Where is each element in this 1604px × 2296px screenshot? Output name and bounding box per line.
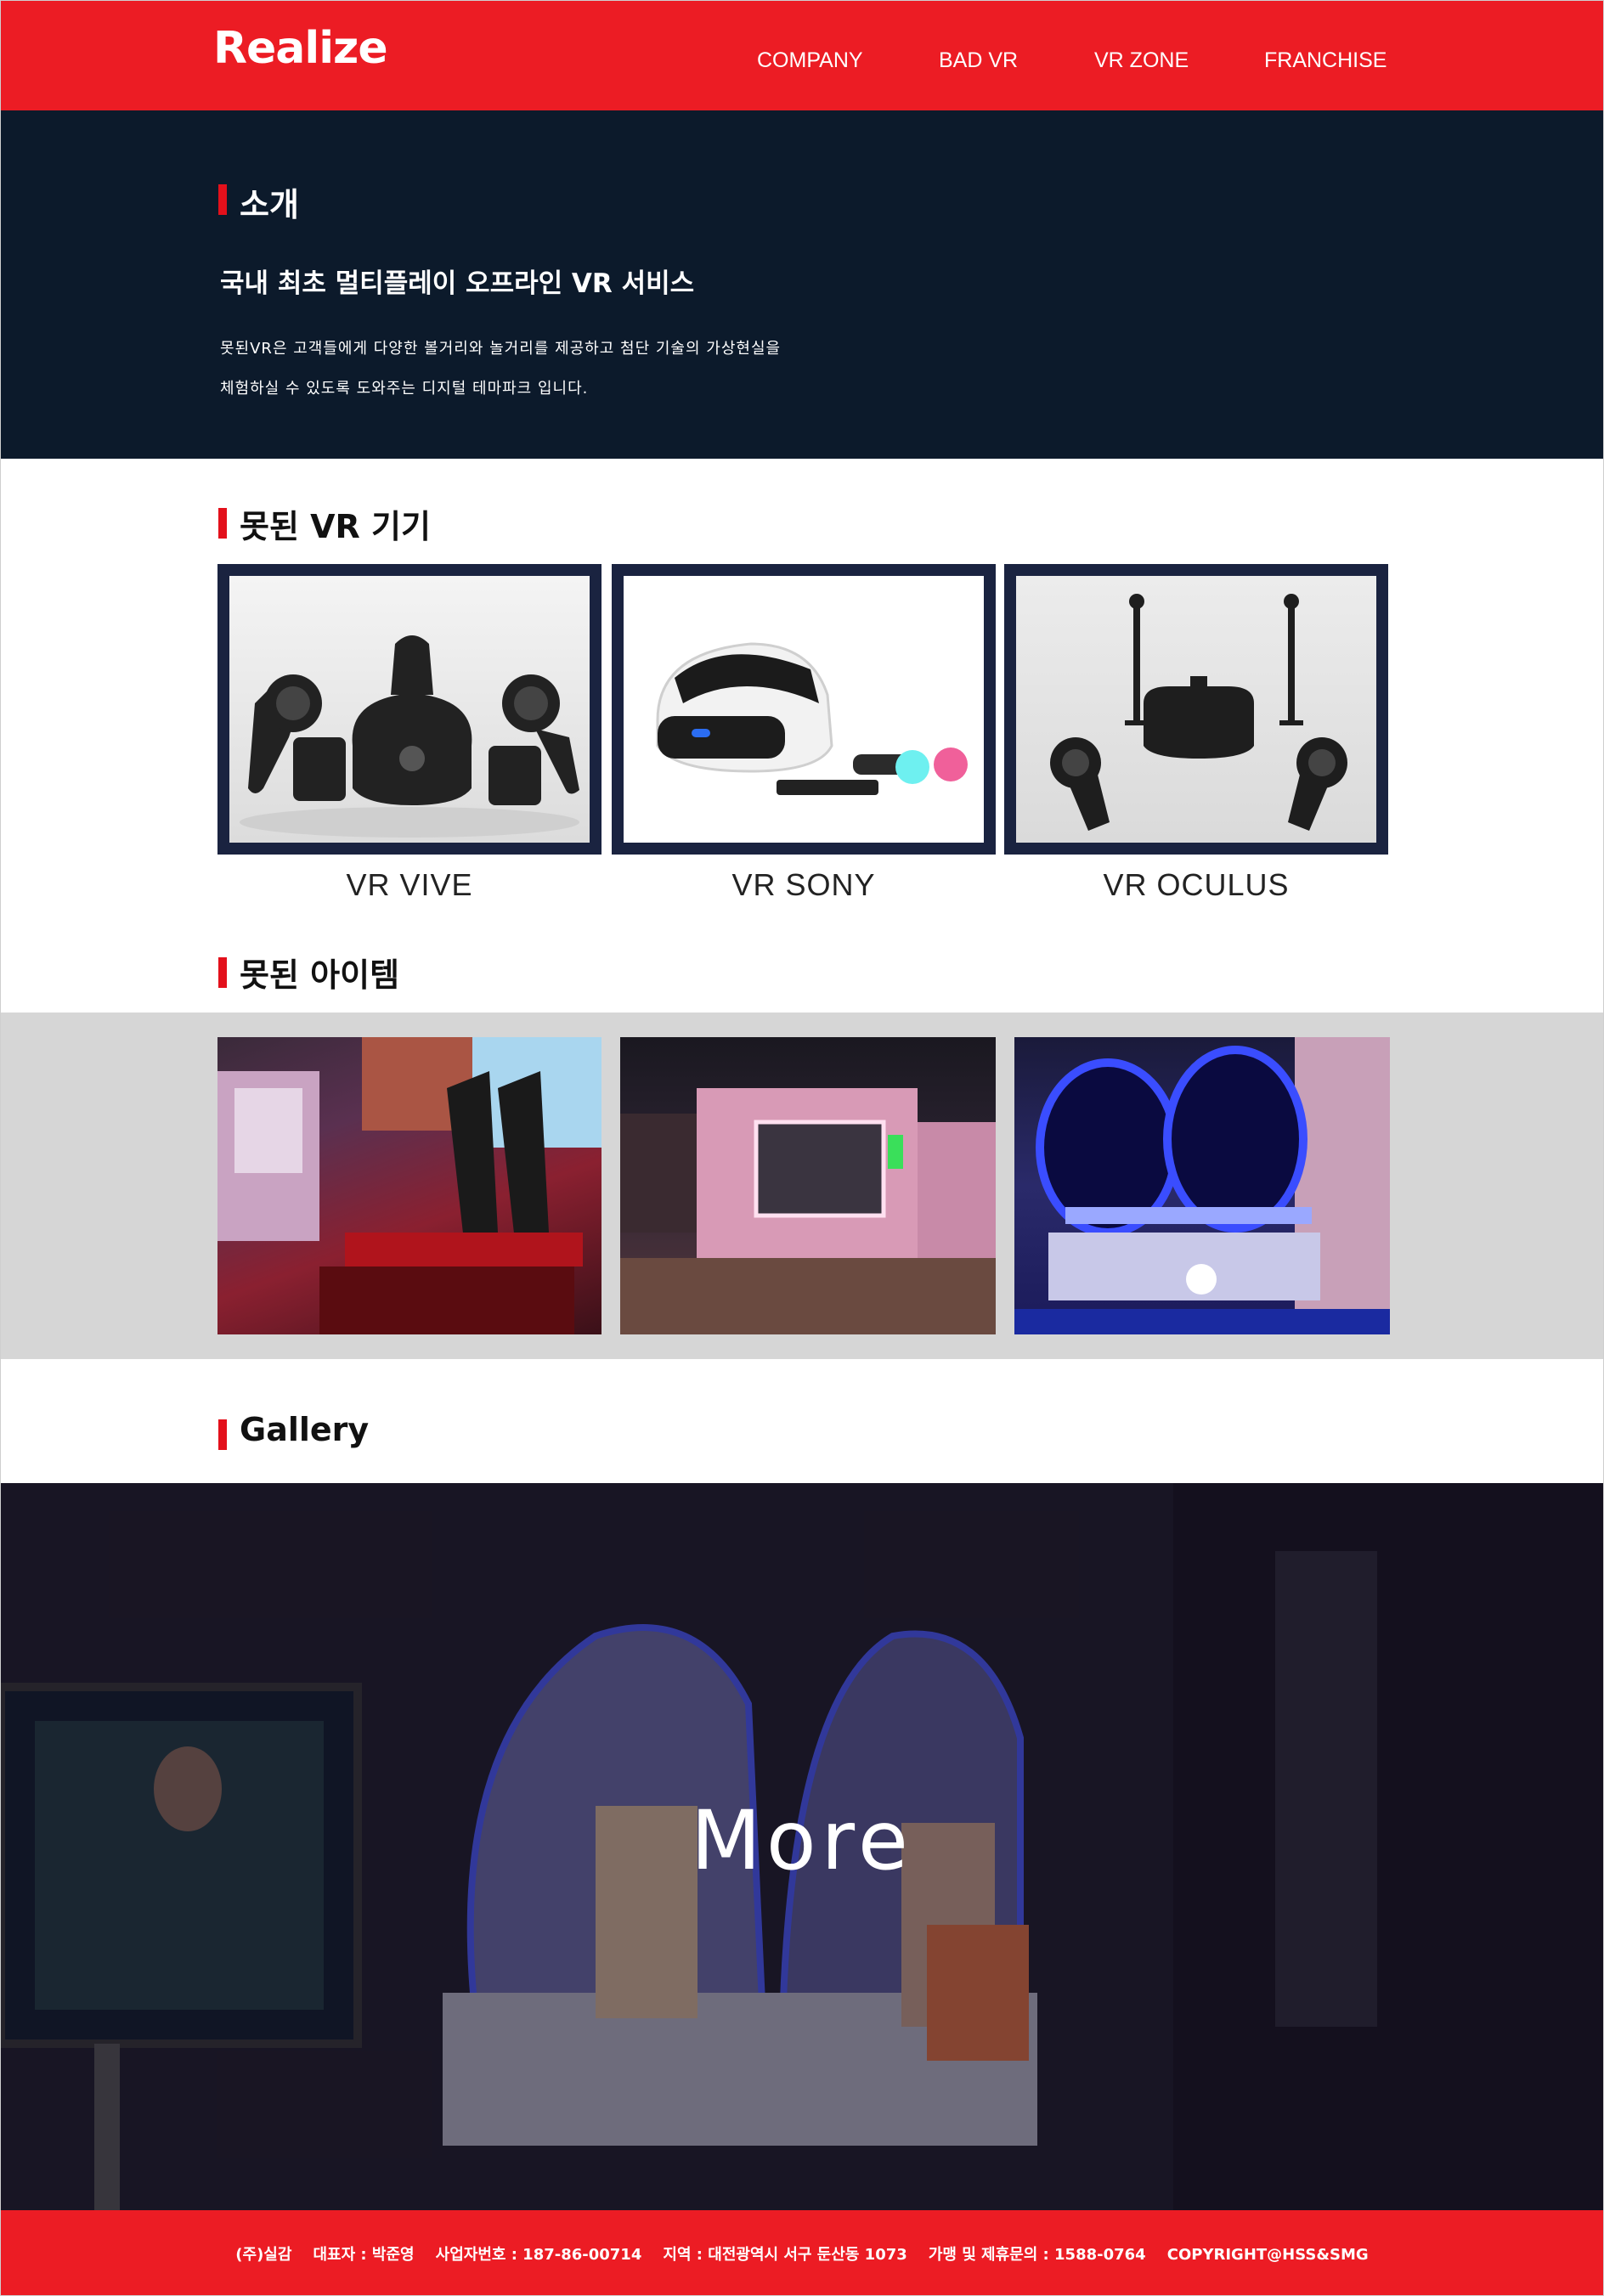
page: Realize COMPANY BAD VR VR ZONE FRANCHISE… bbox=[0, 0, 1604, 2296]
intro-section: 소개 국내 최초 멀티플레이 오프라인 VR 서비스 못된VR은 고객들에게 다… bbox=[1, 110, 1603, 459]
items-title: 못된 아이템 bbox=[240, 956, 400, 994]
racing-seat-icon bbox=[217, 1037, 602, 1334]
device-label-oculus: VR OCULUS bbox=[1103, 867, 1290, 902]
device-card-oculus[interactable] bbox=[1004, 564, 1388, 855]
egg-chair-photo[interactable] bbox=[1014, 1037, 1390, 1334]
device-card-vive[interactable] bbox=[217, 564, 602, 855]
site-header: Realize COMPANY BAD VR VR ZONE FRANCHISE bbox=[1, 1, 1603, 110]
intro-text-line1: 못된VR은 고객들에게 다양한 볼거리와 놀거리를 제공하고 첨단 기술의 가상… bbox=[220, 340, 782, 358]
vr-booth-photo[interactable] bbox=[620, 1037, 996, 1334]
device-card-sony[interactable] bbox=[612, 564, 996, 855]
nav-company[interactable]: COMPANY bbox=[757, 48, 863, 73]
oculus-headset-icon bbox=[1050, 594, 1347, 831]
nav-franchise[interactable]: FRANCHISE bbox=[1264, 48, 1387, 73]
nav-bad-vr[interactable]: BAD VR bbox=[939, 48, 1018, 73]
device-label-vive: VR VIVE bbox=[346, 867, 473, 902]
section-marker bbox=[218, 957, 227, 988]
vr-booth-icon bbox=[620, 1088, 996, 1334]
device-label-sony: VR SONY bbox=[731, 867, 876, 902]
section-marker bbox=[218, 184, 227, 215]
racing-seat-photo[interactable] bbox=[217, 1037, 602, 1334]
gallery-title: Gallery bbox=[240, 1411, 370, 1448]
intro-title: 소개 bbox=[240, 186, 299, 223]
oculus-image bbox=[1016, 576, 1376, 843]
sony-image bbox=[624, 576, 984, 843]
vive-image bbox=[229, 576, 590, 843]
nav-vr-zone[interactable]: VR ZONE bbox=[1094, 48, 1189, 73]
intro-subtitle: 국내 최초 멀티플레이 오프라인 VR 서비스 bbox=[220, 268, 695, 299]
logo[interactable]: Realize bbox=[213, 23, 388, 74]
site-footer: (주)실감 대표자 : 박준영 사업자번호 : 187-86-00714 지역 … bbox=[1, 2210, 1603, 2295]
section-marker bbox=[218, 1419, 227, 1450]
section-marker bbox=[218, 508, 227, 539]
psvr-headset-icon bbox=[656, 642, 968, 795]
vive-headset-icon bbox=[240, 635, 579, 838]
intro-text-line2: 체험하실 수 있도록 도와주는 디지털 테마파크 입니다. bbox=[220, 380, 589, 398]
footer-info: (주)실감 대표자 : 박준영 사업자번호 : 187-86-00714 지역 … bbox=[235, 2246, 1369, 2264]
gallery-more-link[interactable]: More bbox=[1, 1793, 1603, 1888]
devices-title: 못된 VR 기기 bbox=[240, 508, 431, 545]
egg-chair-icon bbox=[1014, 1037, 1390, 1334]
